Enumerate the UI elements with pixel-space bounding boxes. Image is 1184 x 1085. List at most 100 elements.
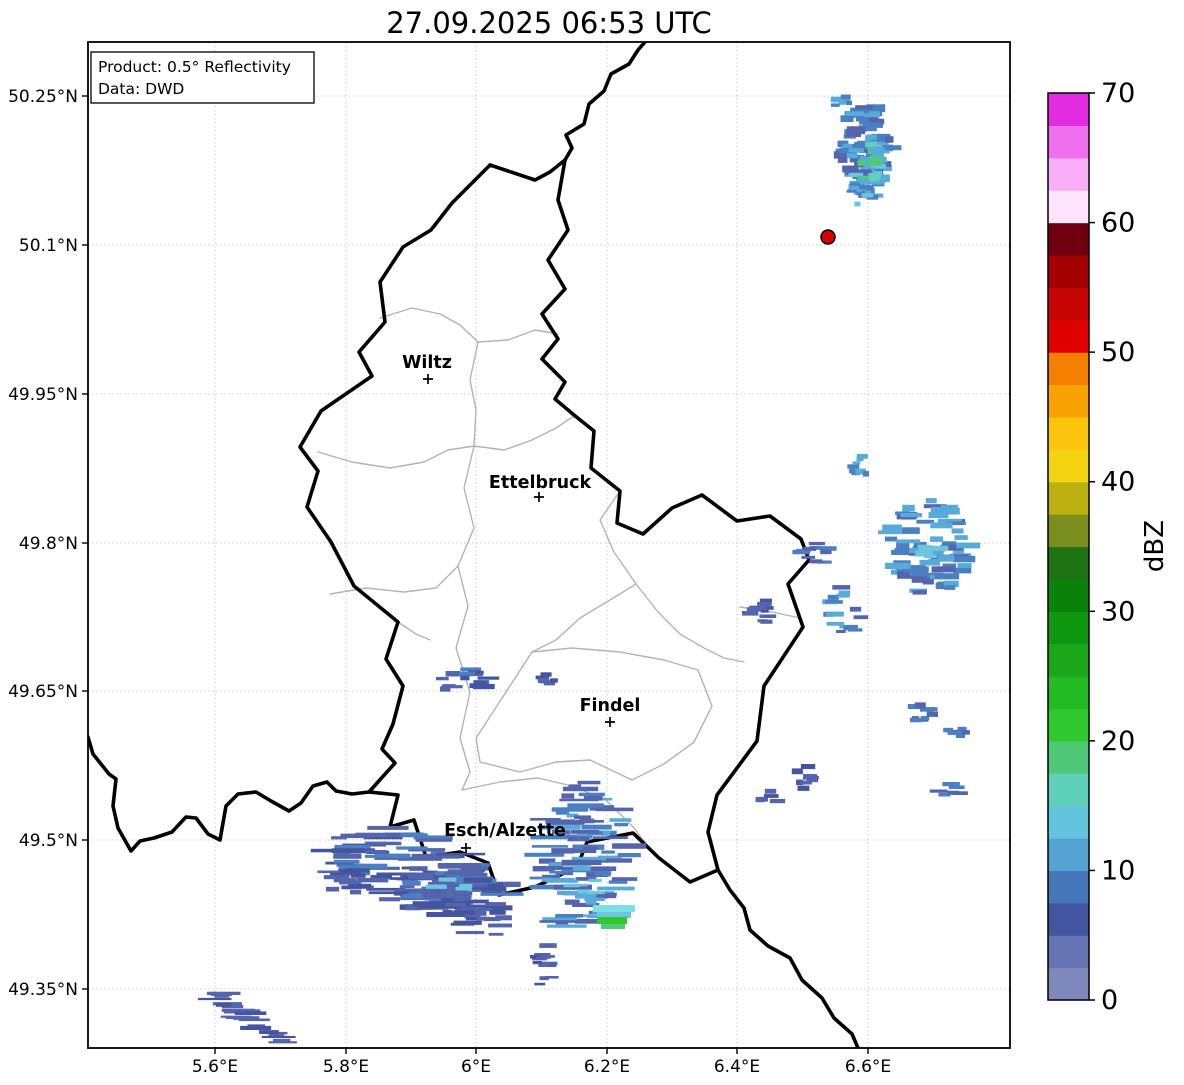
radar-echo-streak	[791, 768, 803, 775]
radar-echo-streak	[417, 856, 434, 861]
radar-echo-streak	[930, 522, 953, 529]
radar-echo-streak	[757, 619, 768, 623]
radar-echo-streak	[931, 566, 956, 573]
radar-echo-streak	[555, 914, 583, 918]
radar-echo-streak	[438, 877, 457, 882]
radar-echo-streak	[365, 841, 402, 846]
radar-echo-streak	[612, 843, 647, 849]
radar-echo-streak	[799, 780, 812, 785]
radar-echo-streak	[408, 874, 434, 880]
radar-echo-streak	[570, 830, 600, 834]
colorbar-segment	[1048, 190, 1089, 224]
radar-echo-streak	[333, 853, 362, 859]
radar-echo-streak	[884, 136, 894, 143]
colorbar-segment	[1048, 481, 1089, 515]
city-marker-icon	[423, 374, 433, 384]
radar-echo-streak	[956, 542, 981, 549]
radar-echo-streak	[214, 994, 230, 998]
colorbar-segment	[1048, 222, 1089, 256]
radar-echo-streak	[317, 870, 340, 874]
colorbar-segment	[1048, 546, 1089, 580]
radar-echo-streak	[340, 833, 372, 839]
radar-echo-streak	[885, 562, 911, 569]
radar-echo-streak	[444, 903, 466, 907]
radar-echo-streak	[917, 544, 931, 550]
radar-echo-streak	[861, 193, 874, 198]
radar-echo-streak	[895, 539, 921, 544]
radar-echo-streak	[914, 702, 926, 709]
radar-echo-streak	[350, 889, 362, 895]
radar-echo-streak	[863, 471, 869, 477]
radar-echo-streak	[797, 785, 810, 791]
radar-echo-streak	[866, 185, 874, 191]
radar-echo-streak	[820, 549, 832, 555]
colorbar-segment	[1048, 449, 1089, 483]
colorbar-axis-label: dBZ	[1140, 520, 1170, 572]
radar-echo-streak	[843, 624, 858, 631]
radar-echo-streak	[545, 976, 559, 979]
colorbar-segment	[1048, 902, 1089, 936]
colorbar-tick-label: 50	[1101, 337, 1135, 368]
radar-echo-streak	[830, 96, 842, 102]
y-tick-label: 50.1°N	[19, 236, 78, 256]
colorbar-segment	[1048, 514, 1089, 548]
city-marker-icon	[534, 492, 544, 502]
radar-echo-streak	[561, 793, 575, 799]
city-label: Findel	[580, 696, 641, 716]
radar-echo-streak	[444, 871, 484, 875]
radar-echo-streak	[614, 822, 629, 827]
radar-echo-streak	[943, 727, 954, 733]
radar-echo-streak	[849, 606, 862, 612]
radar-echo-streak	[482, 917, 500, 921]
info-box: Product: 0.5° Reflectivity Data: DWD	[90, 51, 315, 104]
radar-echo-streak	[561, 859, 602, 865]
radar-echo-streak	[595, 871, 611, 877]
radar-echo-streak	[367, 825, 409, 830]
x-tick-label: 6.2°E	[584, 1057, 630, 1077]
radar-echo-streak	[441, 685, 463, 689]
radar-echo-streak	[803, 774, 812, 780]
radar-echo-streak	[585, 891, 605, 895]
x-tick-label: 5.8°E	[323, 1057, 369, 1077]
colorbar-segment	[1048, 254, 1089, 288]
y-tick-label: 49.65°N	[8, 682, 78, 702]
radar-echo-streak	[926, 711, 938, 717]
regional-border	[455, 445, 475, 791]
radar-echo-streak	[910, 717, 923, 723]
radar-echo-streak	[611, 877, 638, 881]
radar-echo-streak	[845, 111, 864, 116]
radar-echo-streak	[742, 611, 759, 616]
radar-echo-streak	[197, 997, 232, 1001]
regional-border	[379, 307, 559, 343]
radar-echo-streak	[838, 101, 846, 105]
radar-echo-streak	[852, 461, 861, 465]
radar-echo-streak	[585, 900, 597, 905]
colorbar-segment	[1048, 773, 1089, 807]
colorbar-segment	[1048, 740, 1089, 774]
radar-echo-streak	[440, 898, 455, 902]
radar-echo-streak	[749, 605, 767, 611]
radar-echo-streak	[488, 923, 512, 928]
country-border	[88, 735, 371, 853]
city-label: Wiltz	[402, 353, 452, 373]
radar-echo-streak	[809, 559, 823, 564]
radar-echo-streak	[425, 884, 447, 889]
radar-echo-streak	[577, 780, 601, 785]
colorbar-tick-label: 30	[1101, 596, 1135, 627]
radar-echo-streak	[247, 1024, 266, 1028]
radar-echo-streak	[574, 815, 592, 820]
radar-echo-streak	[452, 910, 475, 915]
radar-echo-streak	[911, 576, 928, 583]
radar-echo-streak	[930, 506, 945, 513]
radar-echo-streak	[463, 877, 492, 883]
radar-echo-streak	[453, 920, 482, 925]
x-tick-label: 5.6°E	[192, 1057, 238, 1077]
radar-echo-streak	[532, 961, 543, 965]
radar-echo-streak	[438, 863, 480, 869]
radar-echo-streak	[826, 621, 844, 626]
radar-echo-streak	[368, 891, 409, 895]
radar-echo-streak	[609, 818, 632, 822]
radar-echo-streak	[455, 931, 485, 935]
radar-echo-streak	[442, 909, 453, 914]
radar-echo-streak	[597, 917, 627, 924]
